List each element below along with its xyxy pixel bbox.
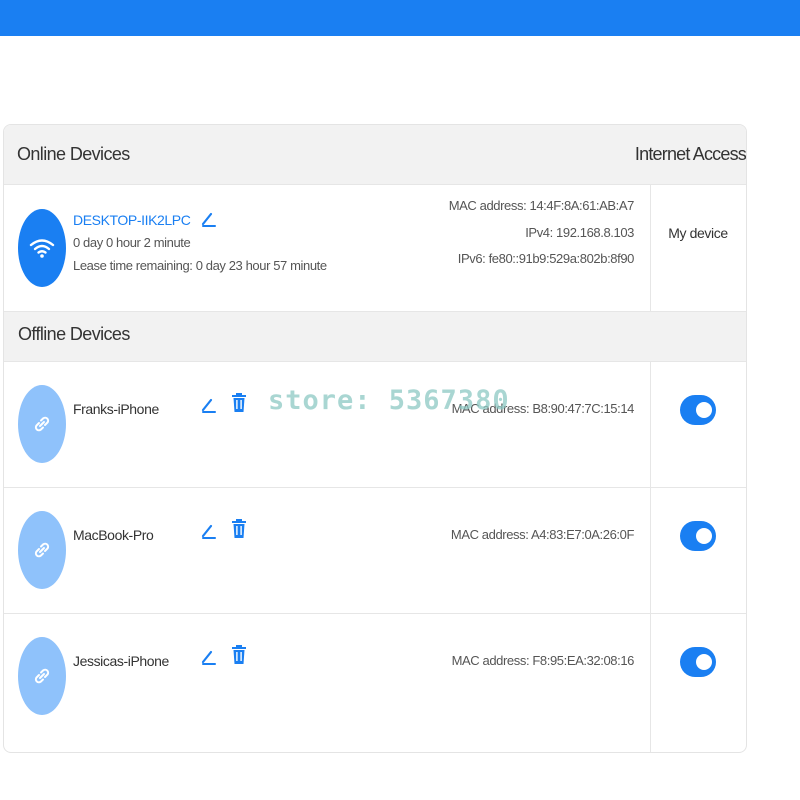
ipv4-address: IPv4: 192.168.8.103 [525,225,634,240]
device-name[interactable]: DESKTOP-IIK2LPC [73,212,191,228]
online-devices-title: Online Devices [17,144,130,164]
link-icon [18,385,66,463]
top-header-bar [0,0,800,36]
device-name[interactable]: Franks-iPhone [73,401,159,417]
trash-icon[interactable] [231,519,249,539]
device-list-card: Online Devices Internet Access DESKTOP-I… [3,124,747,753]
online-device-row: DESKTOP-IIK2LPC 0 day 0 hour 2 minute Le… [4,185,746,311]
online-devices-header: Online Devices Internet Access [4,125,746,185]
internet-access-header: Internet Access [634,144,746,164]
edit-icon[interactable] [200,521,218,541]
edit-icon[interactable] [200,209,218,229]
offline-devices-title: Offline Devices [18,324,130,344]
offline-devices-header: Offline Devices [4,311,746,362]
internet-access-toggle[interactable] [680,647,716,677]
device-uptime: 0 day 0 hour 2 minute [73,235,191,250]
edit-icon[interactable] [200,395,218,415]
mac-address: MAC address: B8:90:47:7C:15:14 [451,401,635,416]
device-lease-time: Lease time remaining: 0 day 23 hour 57 m… [73,258,327,273]
ipv6-address: IPv6: fe80::91b9:529a:802b:8f90 [457,251,635,266]
mac-address: MAC address: A4:83:E7:0A:26:0F [450,527,635,542]
internet-access-toggle[interactable] [680,395,716,425]
my-device-label: My device [668,225,728,241]
link-icon [18,637,66,715]
device-name[interactable]: Jessicas-iPhone [73,653,169,669]
wifi-icon [18,209,66,287]
internet-access-toggle[interactable] [680,521,716,551]
mac-address: MAC address: F8:95:EA:32:08:16 [451,653,635,668]
offline-device-row: Jessicas-iPhone MAC address: F8:95:EA:32… [4,613,746,739]
edit-icon[interactable] [200,647,218,667]
link-icon [18,511,66,589]
device-name[interactable]: MacBook-Pro [73,527,154,543]
mac-address: MAC address: 14:4F:8A:61:AB:A7 [448,198,635,213]
offline-device-row: MacBook-Pro MAC address: A4:83:E7:0A:26:… [4,487,746,614]
trash-icon[interactable] [231,393,249,413]
offline-device-row: Franks-iPhone MAC address: B8:90:47:7C:1… [4,361,746,488]
trash-icon[interactable] [231,645,249,665]
